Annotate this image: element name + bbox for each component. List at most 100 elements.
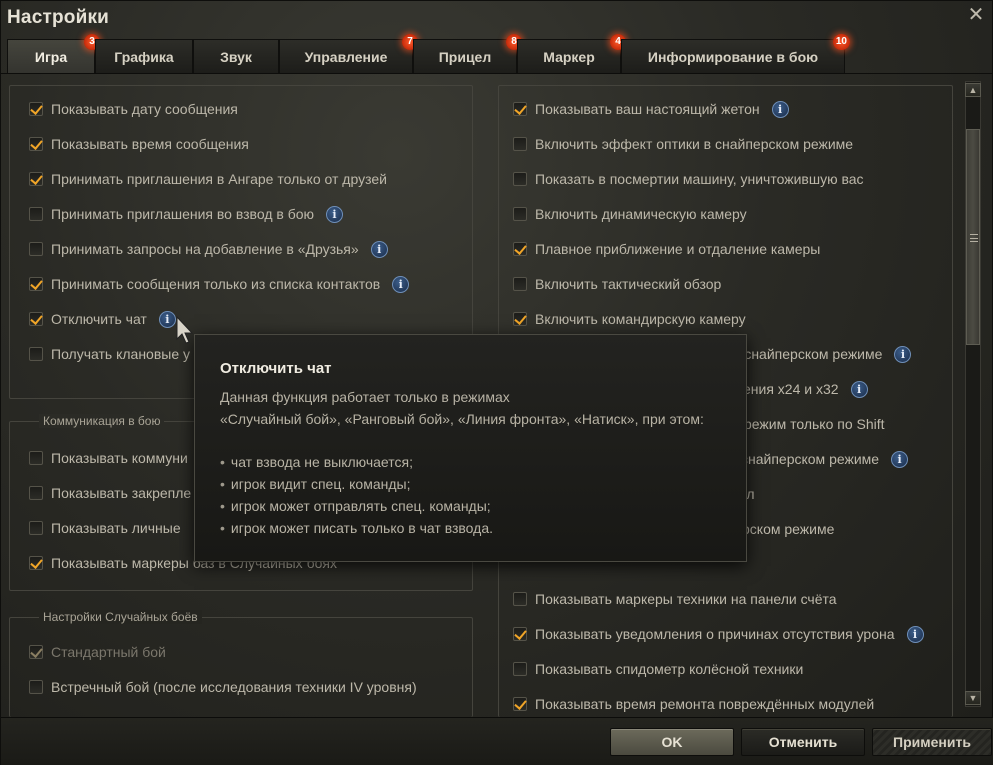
tab-marker[interactable]: Маркер 4 xyxy=(517,34,626,73)
tab-bar: Игра 3 Графика Звук Управление 7 Прицел … xyxy=(1,34,993,73)
tab-controls[interactable]: Управление 7 xyxy=(279,34,418,73)
scroll-down-button[interactable]: ▼ xyxy=(965,691,981,705)
option-row[interactable]: Включить динамическую камеру xyxy=(513,204,747,224)
option-row[interactable]: в снайперском режиме i xyxy=(733,344,912,364)
info-icon[interactable]: i xyxy=(906,625,924,643)
grip-icon xyxy=(970,234,978,242)
tab-divider xyxy=(1,73,993,74)
tab-graphics[interactable]: Графика xyxy=(95,39,193,73)
tab-sight[interactable]: Прицел 8 xyxy=(413,34,522,73)
checkbox[interactable] xyxy=(29,312,43,326)
info-icon[interactable]: i xyxy=(370,240,388,258)
checkbox[interactable] xyxy=(513,207,527,221)
option-row[interactable]: Включить тактический обзор xyxy=(513,274,721,294)
option-row[interactable]: режим только по Shift xyxy=(744,414,885,434)
checkbox[interactable] xyxy=(513,312,527,326)
checkbox[interactable] xyxy=(513,627,527,641)
checkbox[interactable] xyxy=(29,242,43,256)
checkbox[interactable] xyxy=(513,172,527,186)
option-row[interactable]: Принимать сообщения только из списка кон… xyxy=(29,274,410,294)
checkbox[interactable] xyxy=(513,697,527,711)
option-label: режим только по Shift xyxy=(744,416,885,432)
checkbox[interactable] xyxy=(29,172,43,186)
option-row[interactable]: Показывать ваш настоящий жетон i xyxy=(513,99,789,119)
checkbox[interactable] xyxy=(513,277,527,291)
checkbox[interactable] xyxy=(29,556,43,570)
info-icon[interactable]: i xyxy=(392,275,410,293)
ok-button[interactable]: OK xyxy=(610,728,734,756)
option-label: Показывать дату сообщения xyxy=(51,101,238,117)
checkbox[interactable] xyxy=(29,645,43,659)
option-row[interactable]: Показать в посмертии машину, уничтожившу… xyxy=(513,169,864,189)
checkbox[interactable] xyxy=(29,680,43,694)
checkbox[interactable] xyxy=(29,137,43,151)
option-row[interactable]: рском режиме xyxy=(742,519,834,539)
window-title: Настройки xyxy=(7,7,110,28)
checkbox[interactable] xyxy=(29,347,43,361)
option-row[interactable]: Получать клановые у xyxy=(29,344,190,364)
option-row[interactable]: Плавное приближение и отдаление камеры xyxy=(513,239,820,259)
scrollbar-thumb[interactable] xyxy=(966,129,980,345)
option-label: Показывать спидометр колёсной техники xyxy=(535,661,804,677)
tab-badge: 10 xyxy=(832,34,850,50)
option-row[interactable]: Показывать коммуни xyxy=(29,448,188,468)
option-row[interactable]: ения x24 и x32 i xyxy=(743,379,868,399)
option-label: Получать клановые у xyxy=(51,346,191,362)
option-row[interactable]: Показывать спидометр колёсной техники xyxy=(513,659,803,679)
option-row[interactable]: Показывать личные xyxy=(29,518,181,538)
scroll-up-button[interactable]: ▲ xyxy=(965,83,981,97)
option-row[interactable]: Принимать запросы на добавление в «Друзь… xyxy=(29,239,388,259)
option-row[interactable]: Принимать приглашения в Ангаре только от… xyxy=(29,169,387,189)
apply-button[interactable]: Применить xyxy=(872,728,992,756)
option-label: Показывать ваш настоящий жетон xyxy=(535,101,760,117)
mouse-cursor-icon xyxy=(176,315,194,344)
checkbox[interactable] xyxy=(29,207,43,221)
option-row[interactable]: Отключить чат i xyxy=(29,309,176,329)
checkbox[interactable] xyxy=(513,102,527,116)
checkbox[interactable] xyxy=(513,137,527,151)
checkbox[interactable] xyxy=(513,662,527,676)
tooltip-bullet: игрок видит спец. команды; xyxy=(220,476,411,492)
option-label: Отключить чат xyxy=(51,311,147,327)
option-row[interactable]: снайперском режиме i xyxy=(741,449,909,469)
checkbox[interactable] xyxy=(29,521,43,535)
option-row[interactable]: Стандартный бой xyxy=(29,642,166,662)
checkbox[interactable] xyxy=(29,486,43,500)
option-row[interactable]: Включить эффект оптики в снайперском реж… xyxy=(513,134,853,154)
checkbox[interactable] xyxy=(29,451,43,465)
checkbox[interactable] xyxy=(513,592,527,606)
option-label: Показывать закрепле xyxy=(51,485,192,501)
info-icon[interactable]: i xyxy=(326,205,344,223)
option-row[interactable]: Включить командирскую камеру xyxy=(513,309,746,329)
tab-sound[interactable]: Звук xyxy=(193,39,279,73)
option-label: Показать в посмертии машину, уничтожившу… xyxy=(535,171,864,187)
option-label: Стандартный бой xyxy=(51,644,166,660)
info-icon[interactable]: i xyxy=(850,380,868,398)
option-row[interactable]: Показывать время сообщения xyxy=(29,134,249,154)
checkbox[interactable] xyxy=(513,242,527,256)
info-icon[interactable]: i xyxy=(771,100,789,118)
random-group xyxy=(9,617,473,717)
info-icon[interactable]: i xyxy=(891,450,909,468)
option-row[interactable]: Встречный бой (после исследования техник… xyxy=(29,677,417,697)
option-row[interactable]: Показывать маркеры техники на панели счё… xyxy=(513,589,837,609)
option-row[interactable]: Показывать время ремонта повреждённых мо… xyxy=(513,694,874,714)
info-icon[interactable]: i xyxy=(158,310,176,328)
option-row[interactable]: Показывать закрепле xyxy=(29,483,191,503)
option-label: Включить тактический обзор xyxy=(535,276,722,292)
option-row[interactable]: Показывать уведомления о причинах отсутс… xyxy=(513,624,924,644)
close-icon[interactable]: ✕ xyxy=(966,5,986,25)
option-row[interactable]: Показывать дату сообщения xyxy=(29,99,238,119)
tab-battle-info[interactable]: Информирование в бою 10 xyxy=(621,34,850,73)
option-label: Показывать коммуни xyxy=(51,450,188,466)
info-icon[interactable]: i xyxy=(894,345,912,363)
option-label: Показывать время ремонта повреждённых мо… xyxy=(535,696,875,712)
tab-game[interactable]: Игра 3 xyxy=(7,34,100,73)
checkbox[interactable] xyxy=(29,102,43,116)
option-label: Включить командирскую камеру xyxy=(535,311,746,327)
cancel-button[interactable]: Отменить xyxy=(741,728,865,756)
checkbox[interactable] xyxy=(29,277,43,291)
option-row[interactable]: Принимать приглашения во взвод в бою i xyxy=(29,204,344,224)
random-title: Настройки Случайных боёв xyxy=(39,610,202,624)
option-label: ения x24 и x32 xyxy=(743,381,839,397)
